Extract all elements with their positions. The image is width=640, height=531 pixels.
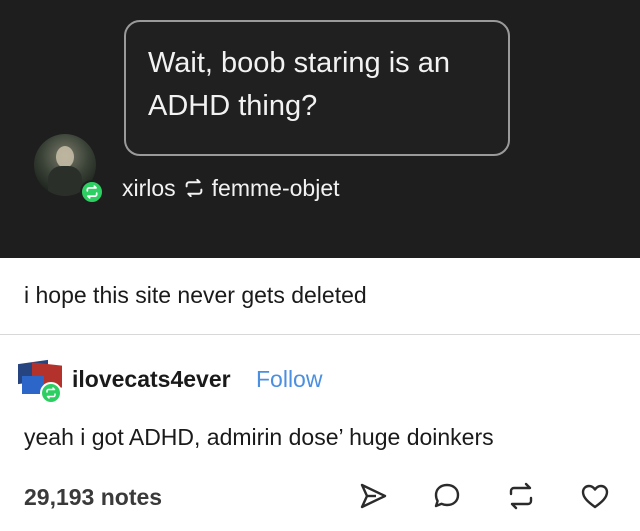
reblog-arrow-icon bbox=[184, 179, 204, 197]
source-username[interactable]: femme-objet bbox=[212, 175, 340, 202]
ask-bubble: Wait, boob staring is an ADHD thing? bbox=[124, 20, 510, 156]
follow-button[interactable]: Follow bbox=[256, 366, 322, 393]
reblogger-username[interactable]: xirlos bbox=[122, 175, 176, 202]
notes-count[interactable]: 29,193 notes bbox=[24, 484, 162, 511]
reply-text: yeah i got ADHD, admirin dose’ huge doin… bbox=[24, 424, 494, 450]
reblog-badge-icon bbox=[80, 180, 104, 204]
reblog-badge-icon bbox=[40, 382, 62, 404]
reblog-icon[interactable] bbox=[503, 478, 539, 514]
post-actions bbox=[355, 478, 613, 514]
divider bbox=[0, 334, 640, 335]
heart-icon[interactable] bbox=[577, 478, 613, 514]
reblog-trail: xirlos femme-objet bbox=[122, 173, 340, 203]
reblogged-ask-panel: Wait, boob staring is an ADHD thing? xir… bbox=[0, 0, 640, 258]
ask-question: Wait, boob staring is an ADHD thing? bbox=[148, 47, 450, 122]
reblog-caption: i hope this site never gets deleted bbox=[24, 282, 367, 308]
reply-username[interactable]: ilovecats4ever bbox=[72, 366, 231, 393]
share-icon[interactable] bbox=[355, 478, 391, 514]
comment-icon[interactable] bbox=[429, 478, 465, 514]
